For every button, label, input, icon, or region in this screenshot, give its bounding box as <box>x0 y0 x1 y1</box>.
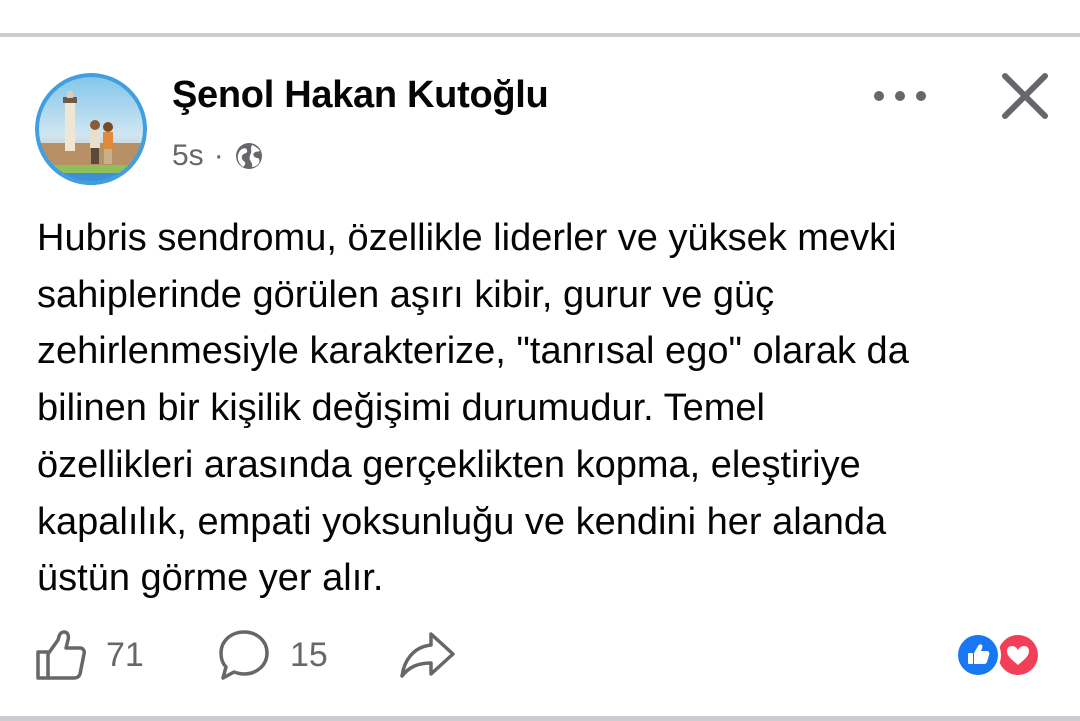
author-name[interactable]: Şenol Hakan Kutoğlu <box>172 74 549 117</box>
post-actions-bar: 71 15 <box>0 620 1080 690</box>
more-options-button[interactable] <box>868 78 932 114</box>
close-icon <box>1002 73 1048 119</box>
share-icon <box>400 632 455 678</box>
post-card: Şenol Hakan Kutoğlu 5s · Hubris sendromu… <box>0 0 1080 721</box>
meta-separator: · <box>213 139 224 172</box>
post-meta: 5s · <box>172 138 264 174</box>
post-timestamp[interactable]: 5s <box>172 139 204 173</box>
like-count: 71 <box>106 635 144 674</box>
comment-count: 15 <box>290 635 328 674</box>
post-body-text: Hubris sendromu, özellikle liderler ve y… <box>37 217 909 600</box>
bottom-divider <box>0 716 1080 721</box>
top-divider <box>0 33 1080 37</box>
love-reaction-icon <box>995 632 1041 678</box>
reactions-summary[interactable] <box>955 630 1050 680</box>
thumbs-up-icon <box>36 630 86 680</box>
like-reaction-icon <box>955 632 1001 678</box>
avatar[interactable] <box>35 73 147 185</box>
like-button[interactable]: 71 <box>34 626 144 684</box>
comment-button[interactable]: 15 <box>216 626 328 684</box>
more-dots-icon <box>874 91 926 101</box>
close-button[interactable] <box>995 68 1055 124</box>
comment-bubble-icon <box>219 630 269 680</box>
share-button[interactable] <box>398 626 456 684</box>
globe-icon <box>234 141 264 171</box>
